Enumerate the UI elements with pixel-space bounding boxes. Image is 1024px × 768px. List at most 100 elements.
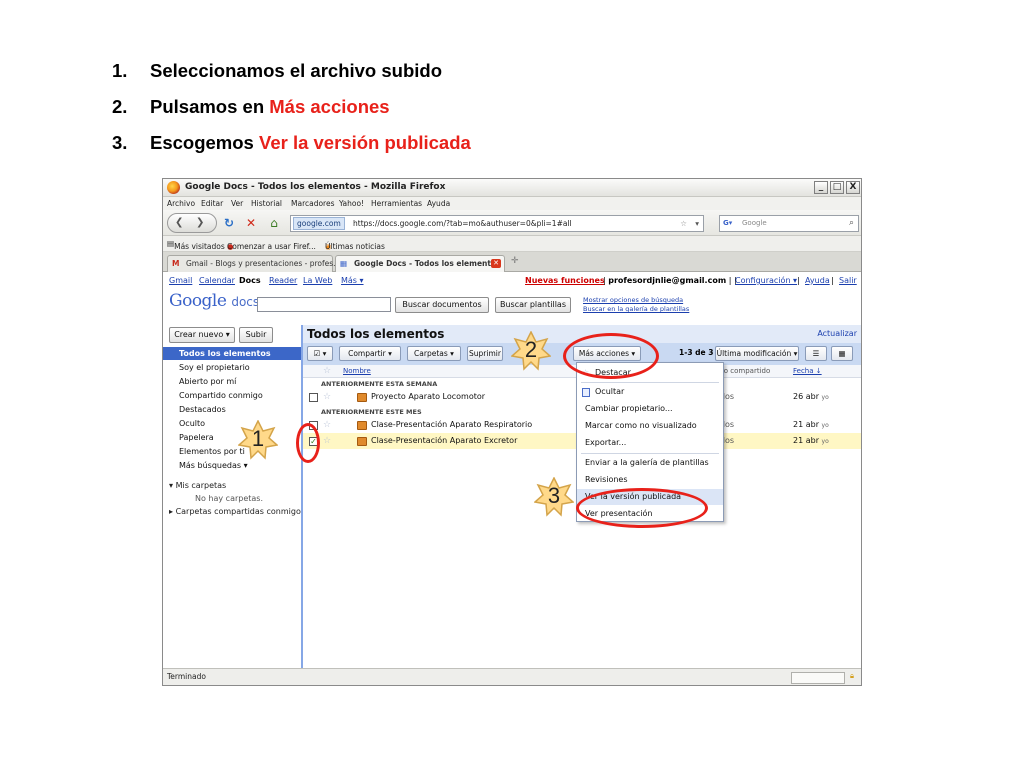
gmail-icon: M — [172, 259, 180, 268]
menu-archivo[interactable]: Archivo — [167, 199, 195, 208]
docs-search-input[interactable] — [257, 297, 391, 312]
menu-yahoo[interactable]: Yahoo! — [339, 199, 364, 208]
menu-item-send-to-gallery[interactable]: Enviar a la galería de plantillas — [577, 455, 723, 471]
menu-marcadores[interactable]: Marcadores — [291, 199, 335, 208]
file-date: 21 abr yo — [793, 417, 829, 434]
grid-view-icon[interactable]: ▦ — [831, 346, 853, 361]
menu-ver[interactable]: Ver — [231, 199, 243, 208]
shared-folders-toggle[interactable]: ▸ Carpetas compartidas conmigo — [169, 507, 301, 516]
sidebar-item-all-items[interactable]: Todos los elementos — [163, 347, 301, 360]
sidebar-item-items-by-you[interactable]: Elementos por ti — [171, 445, 299, 458]
file-name[interactable]: Clase-Presentación Aparato Respiratorio — [371, 417, 532, 433]
star-icon[interactable]: ☆ — [323, 389, 331, 405]
sidebar-item-trash[interactable]: Papelera — [171, 431, 299, 444]
firefox-logo-icon — [167, 181, 180, 194]
site-identity-button[interactable]: google.com — [293, 217, 345, 230]
gbar-link-web[interactable]: La Web — [303, 276, 332, 285]
share-button[interactable]: Compartir ▾ — [339, 346, 401, 361]
search-templates-button[interactable]: Buscar plantillas — [495, 297, 571, 313]
highlight-ring-checkbox — [296, 423, 320, 463]
forward-arrow-icon[interactable]: ❯ — [196, 214, 204, 232]
file-name[interactable]: Proyecto Aparato Locomotor — [371, 389, 485, 405]
step-text-plain: Escogemos — [150, 132, 259, 153]
tab-google-docs[interactable]: ▦ Google Docs - Todos los elementos ✕ — [335, 255, 505, 272]
bookmark-star-icon[interactable]: ☆ — [680, 216, 687, 231]
menu-herramientas[interactable]: Herramientas — [371, 199, 422, 208]
status-panel — [791, 672, 845, 684]
menu-item-export[interactable]: Exportar... — [577, 435, 723, 451]
sidebar-item-more-searches[interactable]: Más búsquedas ▾ — [171, 459, 299, 472]
menu-item-revisions[interactable]: Revisiones — [577, 472, 723, 488]
search-template-gallery-link[interactable]: Buscar en la galería de plantillas — [583, 305, 689, 314]
sidebar-item-opened-by-me[interactable]: Abierto por mí — [171, 375, 299, 388]
status-bar: Terminado 🔒︎ — [163, 668, 861, 685]
upload-button[interactable]: Subir — [239, 327, 273, 343]
menu-item-change-owner[interactable]: Cambiar propietario... — [577, 401, 723, 417]
gbar-link-more[interactable]: Más ▾ — [341, 276, 364, 285]
sidebar-item-starred[interactable]: Destacados — [171, 403, 299, 416]
bookmark-most-visited[interactable]: ▤ Más visitados — [167, 239, 225, 251]
star-icon[interactable]: ☆ — [323, 417, 331, 433]
list-view-icon[interactable]: ☰ — [805, 346, 827, 361]
file-date-value: 21 abr — [793, 420, 819, 429]
menu-item-hide[interactable]: Ocultar — [577, 384, 723, 400]
star-icon[interactable]: ☆ — [323, 433, 331, 449]
search-documents-button[interactable]: Buscar documentos — [395, 297, 489, 313]
menu-separator — [581, 382, 719, 383]
step-text: Escogemos Ver la versión publicada — [150, 132, 471, 154]
close-window-button[interactable]: X — [846, 181, 860, 194]
back-forward-buttons[interactable]: ❮ ❯ — [167, 213, 217, 233]
settings-link[interactable]: Configuración ▾ — [735, 276, 797, 285]
create-new-button[interactable]: Crear nuevo ▾ — [169, 327, 235, 343]
web-search-box[interactable]: G▾ Google ⌕ — [719, 215, 859, 232]
menu-ayuda[interactable]: Ayuda — [427, 199, 450, 208]
my-folders-toggle[interactable]: ▾ Mis carpetas — [169, 481, 226, 490]
back-arrow-icon[interactable]: ❮ — [175, 214, 183, 232]
lock-icon: 🔒︎ — [850, 671, 854, 680]
search-icon[interactable]: ⌕ — [849, 216, 854, 231]
group-label-this-month: ANTERIORMENTE ESTE MES — [321, 408, 422, 416]
select-menu-button[interactable]: ☑ ▾ — [307, 346, 333, 361]
delete-button[interactable]: Suprimir — [467, 346, 503, 361]
close-tab-icon[interactable]: ✕ — [491, 259, 501, 268]
sidebar-item-hidden[interactable]: Oculto — [171, 417, 299, 430]
folders-button[interactable]: Carpetas ▾ — [407, 346, 461, 361]
date-column-header[interactable]: Fecha ↓ — [793, 365, 822, 378]
name-column-header[interactable]: Nombre — [343, 365, 371, 378]
sidebar-item-shared-with-me[interactable]: Compartido conmigo — [171, 389, 299, 402]
show-search-options-link[interactable]: Mostrar opciones de búsqueda — [583, 296, 689, 305]
menu-editar[interactable]: Editar — [201, 199, 223, 208]
new-features-link[interactable]: Nuevas funciones — [525, 276, 605, 285]
reload-icon[interactable]: ↻ — [221, 214, 237, 232]
help-link[interactable]: Ayuda — [805, 276, 830, 285]
gbar-link-docs[interactable]: Docs — [239, 276, 261, 285]
sidebar-item-owned-by-me[interactable]: Soy el propietario — [171, 361, 299, 374]
gbar-link-reader[interactable]: Reader — [269, 276, 297, 285]
gbar-link-gmail[interactable]: Gmail — [169, 276, 192, 285]
new-tab-icon[interactable]: ✛ — [511, 256, 519, 266]
group-label-this-week: ANTERIORMENTE ESTA SEMANA — [321, 380, 438, 388]
maximize-button[interactable]: □ — [830, 181, 844, 194]
expand-triangle-icon: ▾ — [169, 481, 174, 490]
tab-strip: M Gmail - Blogs y presentaciones - profe… — [163, 252, 861, 272]
menu-item-mark-unviewed[interactable]: Marcar como no visualizado — [577, 418, 723, 434]
file-name[interactable]: Clase-Presentación Aparato Excretor — [371, 433, 517, 449]
google-docs-logo[interactable]: Google docs — [169, 291, 259, 311]
tab-gmail[interactable]: M Gmail - Blogs y presentaciones - profe… — [167, 255, 340, 272]
file-modifier: yo — [821, 422, 829, 429]
address-bar[interactable]: google.com https://docs.google.com/?tab=… — [290, 215, 704, 232]
stop-icon[interactable]: ✕ — [243, 214, 259, 232]
menu-historial[interactable]: Historial — [251, 199, 282, 208]
file-modifier: yo — [821, 394, 829, 401]
gbar-link-calendar[interactable]: Calendar — [199, 276, 235, 285]
sort-button[interactable]: Última modificación ▾ — [715, 346, 799, 361]
row-checkbox[interactable] — [309, 393, 318, 402]
window-titlebar[interactable]: Google Docs - Todos los elementos - Mozi… — [163, 179, 861, 197]
search-engine-icon[interactable]: G▾ — [723, 216, 732, 231]
url-text[interactable]: https://docs.google.com/?tab=mo&authuser… — [353, 216, 572, 231]
minimize-button[interactable]: _ — [814, 181, 828, 194]
home-icon[interactable]: ⌂ — [265, 214, 283, 232]
sign-out-link[interactable]: Salir — [839, 276, 857, 285]
url-dropdown-icon[interactable]: ▾ — [695, 216, 699, 231]
refresh-link[interactable]: Actualizar — [817, 329, 857, 338]
